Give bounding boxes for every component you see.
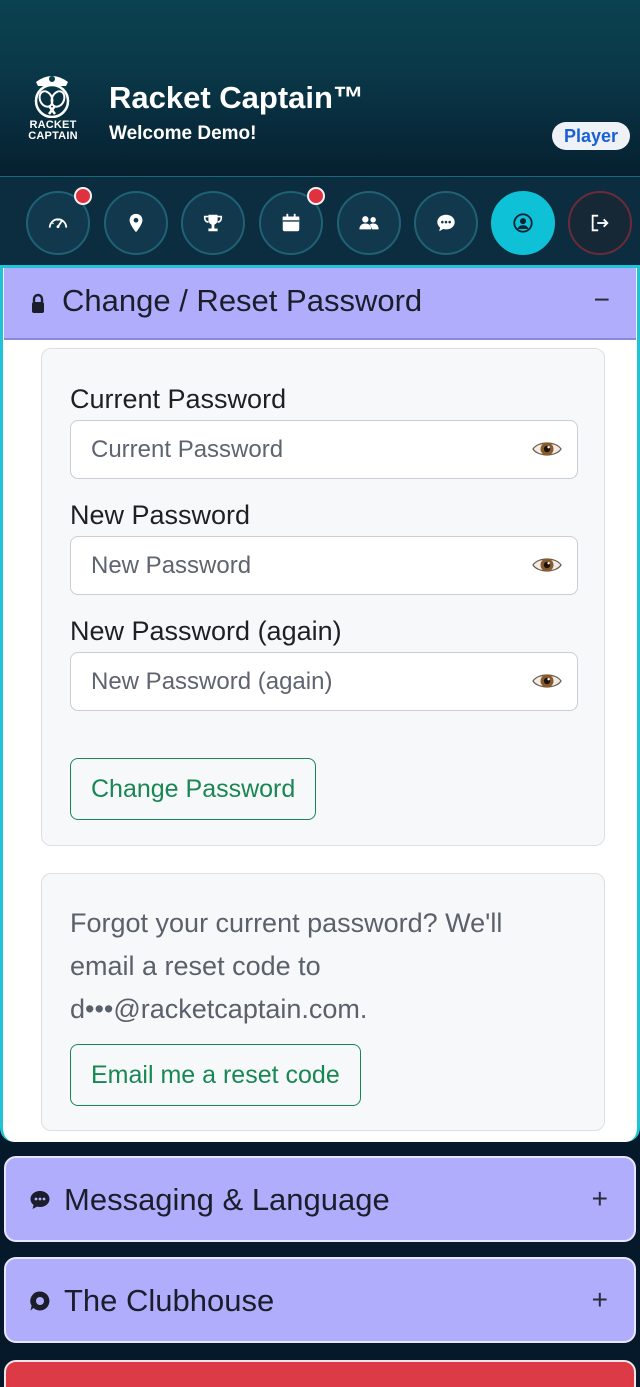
nav-profile-button[interactable]	[491, 191, 555, 255]
collapse-minus-icon[interactable]: −	[594, 286, 610, 314]
new-password-label: New Password	[70, 500, 251, 530]
brand-name: Racket Captain™	[109, 80, 364, 115]
gauge-icon	[48, 218, 68, 229]
main-nav	[0, 176, 640, 268]
expand-plus-icon[interactable]: +	[592, 1185, 608, 1213]
expand-plus-icon[interactable]: +	[592, 1286, 608, 1314]
chat-bubble-icon	[28, 1188, 52, 1212]
current-password-input[interactable]	[70, 420, 578, 479]
logout-icon	[591, 214, 609, 232]
chat-icon	[437, 214, 455, 232]
speech-bubble-icon	[28, 1289, 52, 1313]
forgot-password-card: Forgot your current password? We'll emai…	[41, 873, 605, 1131]
logo-wordmark: RACKET CAPTAIN	[28, 119, 78, 142]
racket-captain-logo[interactable]: RACKET CAPTAIN	[22, 66, 82, 144]
change-password-button[interactable]: Change Password	[70, 758, 317, 820]
nav-calendar-button[interactable]	[259, 187, 325, 255]
show-password-eye-icon[interactable]	[532, 670, 562, 692]
nav-teams-button[interactable]	[337, 191, 401, 255]
show-password-eye-icon[interactable]	[532, 554, 562, 576]
new-password-input[interactable]	[70, 536, 578, 595]
section-title: Messaging & Language	[64, 1182, 390, 1217]
forgot-password-text: Forgot your current password? We'll emai…	[70, 908, 503, 1024]
nav-dashboard-button[interactable]	[26, 187, 92, 255]
notification-badge	[74, 187, 92, 205]
location-pin-icon	[129, 213, 143, 233]
new-password-again-label: New Password (again)	[70, 616, 342, 646]
section-title: The Clubhouse	[64, 1283, 275, 1318]
nav-messages-button[interactable]	[414, 191, 478, 255]
change-password-section: Current Password New Password New Passwo…	[0, 268, 640, 1142]
email-reset-code-button[interactable]: Email me a reset code	[70, 1044, 361, 1106]
change-password-header[interactable]: Change / Reset Password −	[4, 268, 636, 340]
current-password-label: Current Password	[70, 384, 287, 414]
calendar-icon	[282, 213, 300, 232]
profile-icon	[513, 213, 533, 233]
captain-hat-icon	[34, 76, 70, 118]
danger-section-header[interactable]	[4, 1360, 636, 1387]
nav-logout-button[interactable]	[568, 191, 632, 255]
section-title: Change / Reset Password	[62, 283, 423, 318]
show-password-eye-icon[interactable]	[532, 438, 562, 460]
messaging-language-header[interactable]: Messaging & Language +	[4, 1156, 636, 1242]
trophy-icon	[203, 214, 223, 232]
app-header: RACKET CAPTAIN Racket Captain™ Welcome D…	[0, 0, 640, 176]
clubhouse-header[interactable]: The Clubhouse +	[4, 1257, 636, 1343]
welcome-message: Welcome Demo!	[109, 123, 257, 144]
change-password-card: Current Password New Password New Passwo…	[41, 348, 605, 846]
nav-competitions-button[interactable]	[181, 191, 245, 255]
lock-icon	[26, 292, 50, 316]
new-password-again-input[interactable]	[70, 652, 578, 711]
role-badge: Player	[552, 122, 631, 150]
notification-badge	[307, 187, 325, 205]
nav-locations-button[interactable]	[104, 191, 168, 255]
people-icon	[359, 216, 379, 230]
